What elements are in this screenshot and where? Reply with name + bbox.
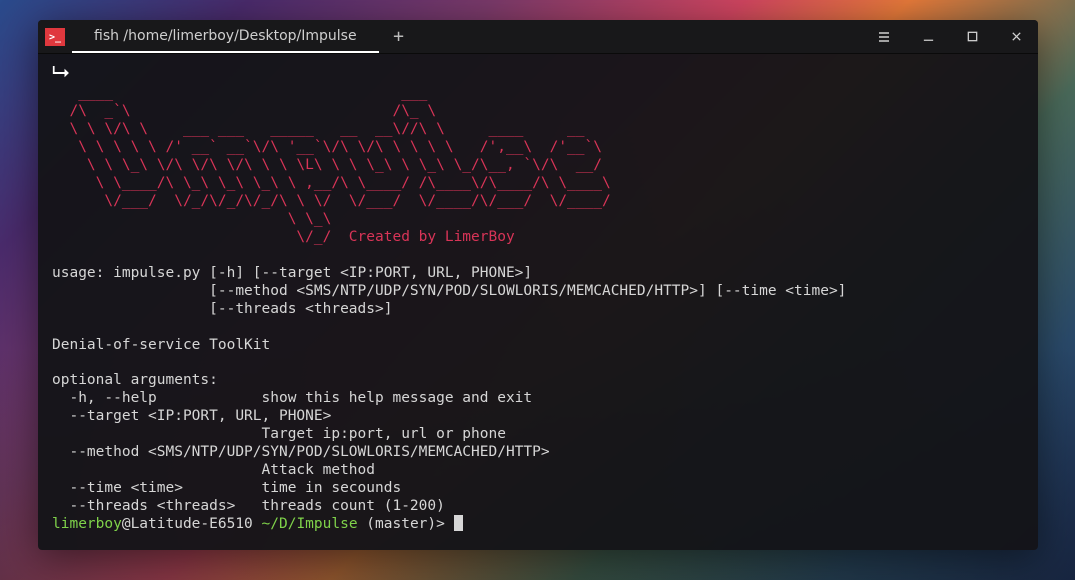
terminal-window: >_ fish /home/limerboy/Desktop/Impulse +… bbox=[38, 20, 1038, 550]
mouse-cursor-icon: ⮡ bbox=[52, 60, 70, 85]
prompt-host: @Latitude-E6510 bbox=[122, 516, 262, 532]
prompt-cursor[interactable] bbox=[454, 515, 463, 531]
close-icon bbox=[1010, 30, 1023, 43]
app-icon: >_ bbox=[38, 20, 72, 54]
close-button[interactable] bbox=[994, 20, 1038, 53]
tab-label: fish /home/limerboy/Desktop/Impulse bbox=[94, 28, 357, 44]
terminal-output[interactable]: ⮡ ____ ___ /\ _`\ /\_ \ \ \ \/\ \ ___ __… bbox=[38, 54, 1038, 550]
titlebar-spacer bbox=[419, 20, 862, 53]
prompt-branch: (master)> bbox=[358, 516, 454, 532]
minimize-button[interactable] bbox=[906, 20, 950, 53]
terminal-icon: >_ bbox=[45, 28, 65, 46]
minimize-icon bbox=[922, 30, 935, 43]
maximize-button[interactable] bbox=[950, 20, 994, 53]
window-titlebar[interactable]: >_ fish /home/limerboy/Desktop/Impulse + bbox=[38, 20, 1038, 54]
hamburger-icon bbox=[877, 30, 891, 44]
tab-active[interactable]: fish /home/limerboy/Desktop/Impulse bbox=[72, 20, 379, 53]
credit-line: \/_/ Created by LimerBoy bbox=[52, 229, 515, 245]
ascii-art-logo: ____ ___ /\ _`\ /\_ \ \ \ \/\ \ ___ ___ … bbox=[52, 85, 611, 227]
prompt-user: limerboy bbox=[52, 516, 122, 532]
plus-icon: + bbox=[393, 26, 404, 47]
menu-button[interactable] bbox=[862, 20, 906, 53]
maximize-icon bbox=[966, 30, 979, 43]
usage-text: usage: impulse.py [-h] [--target <IP:POR… bbox=[52, 265, 846, 515]
new-tab-button[interactable]: + bbox=[379, 20, 419, 53]
prompt-path: ~/D/Impulse bbox=[262, 516, 358, 532]
